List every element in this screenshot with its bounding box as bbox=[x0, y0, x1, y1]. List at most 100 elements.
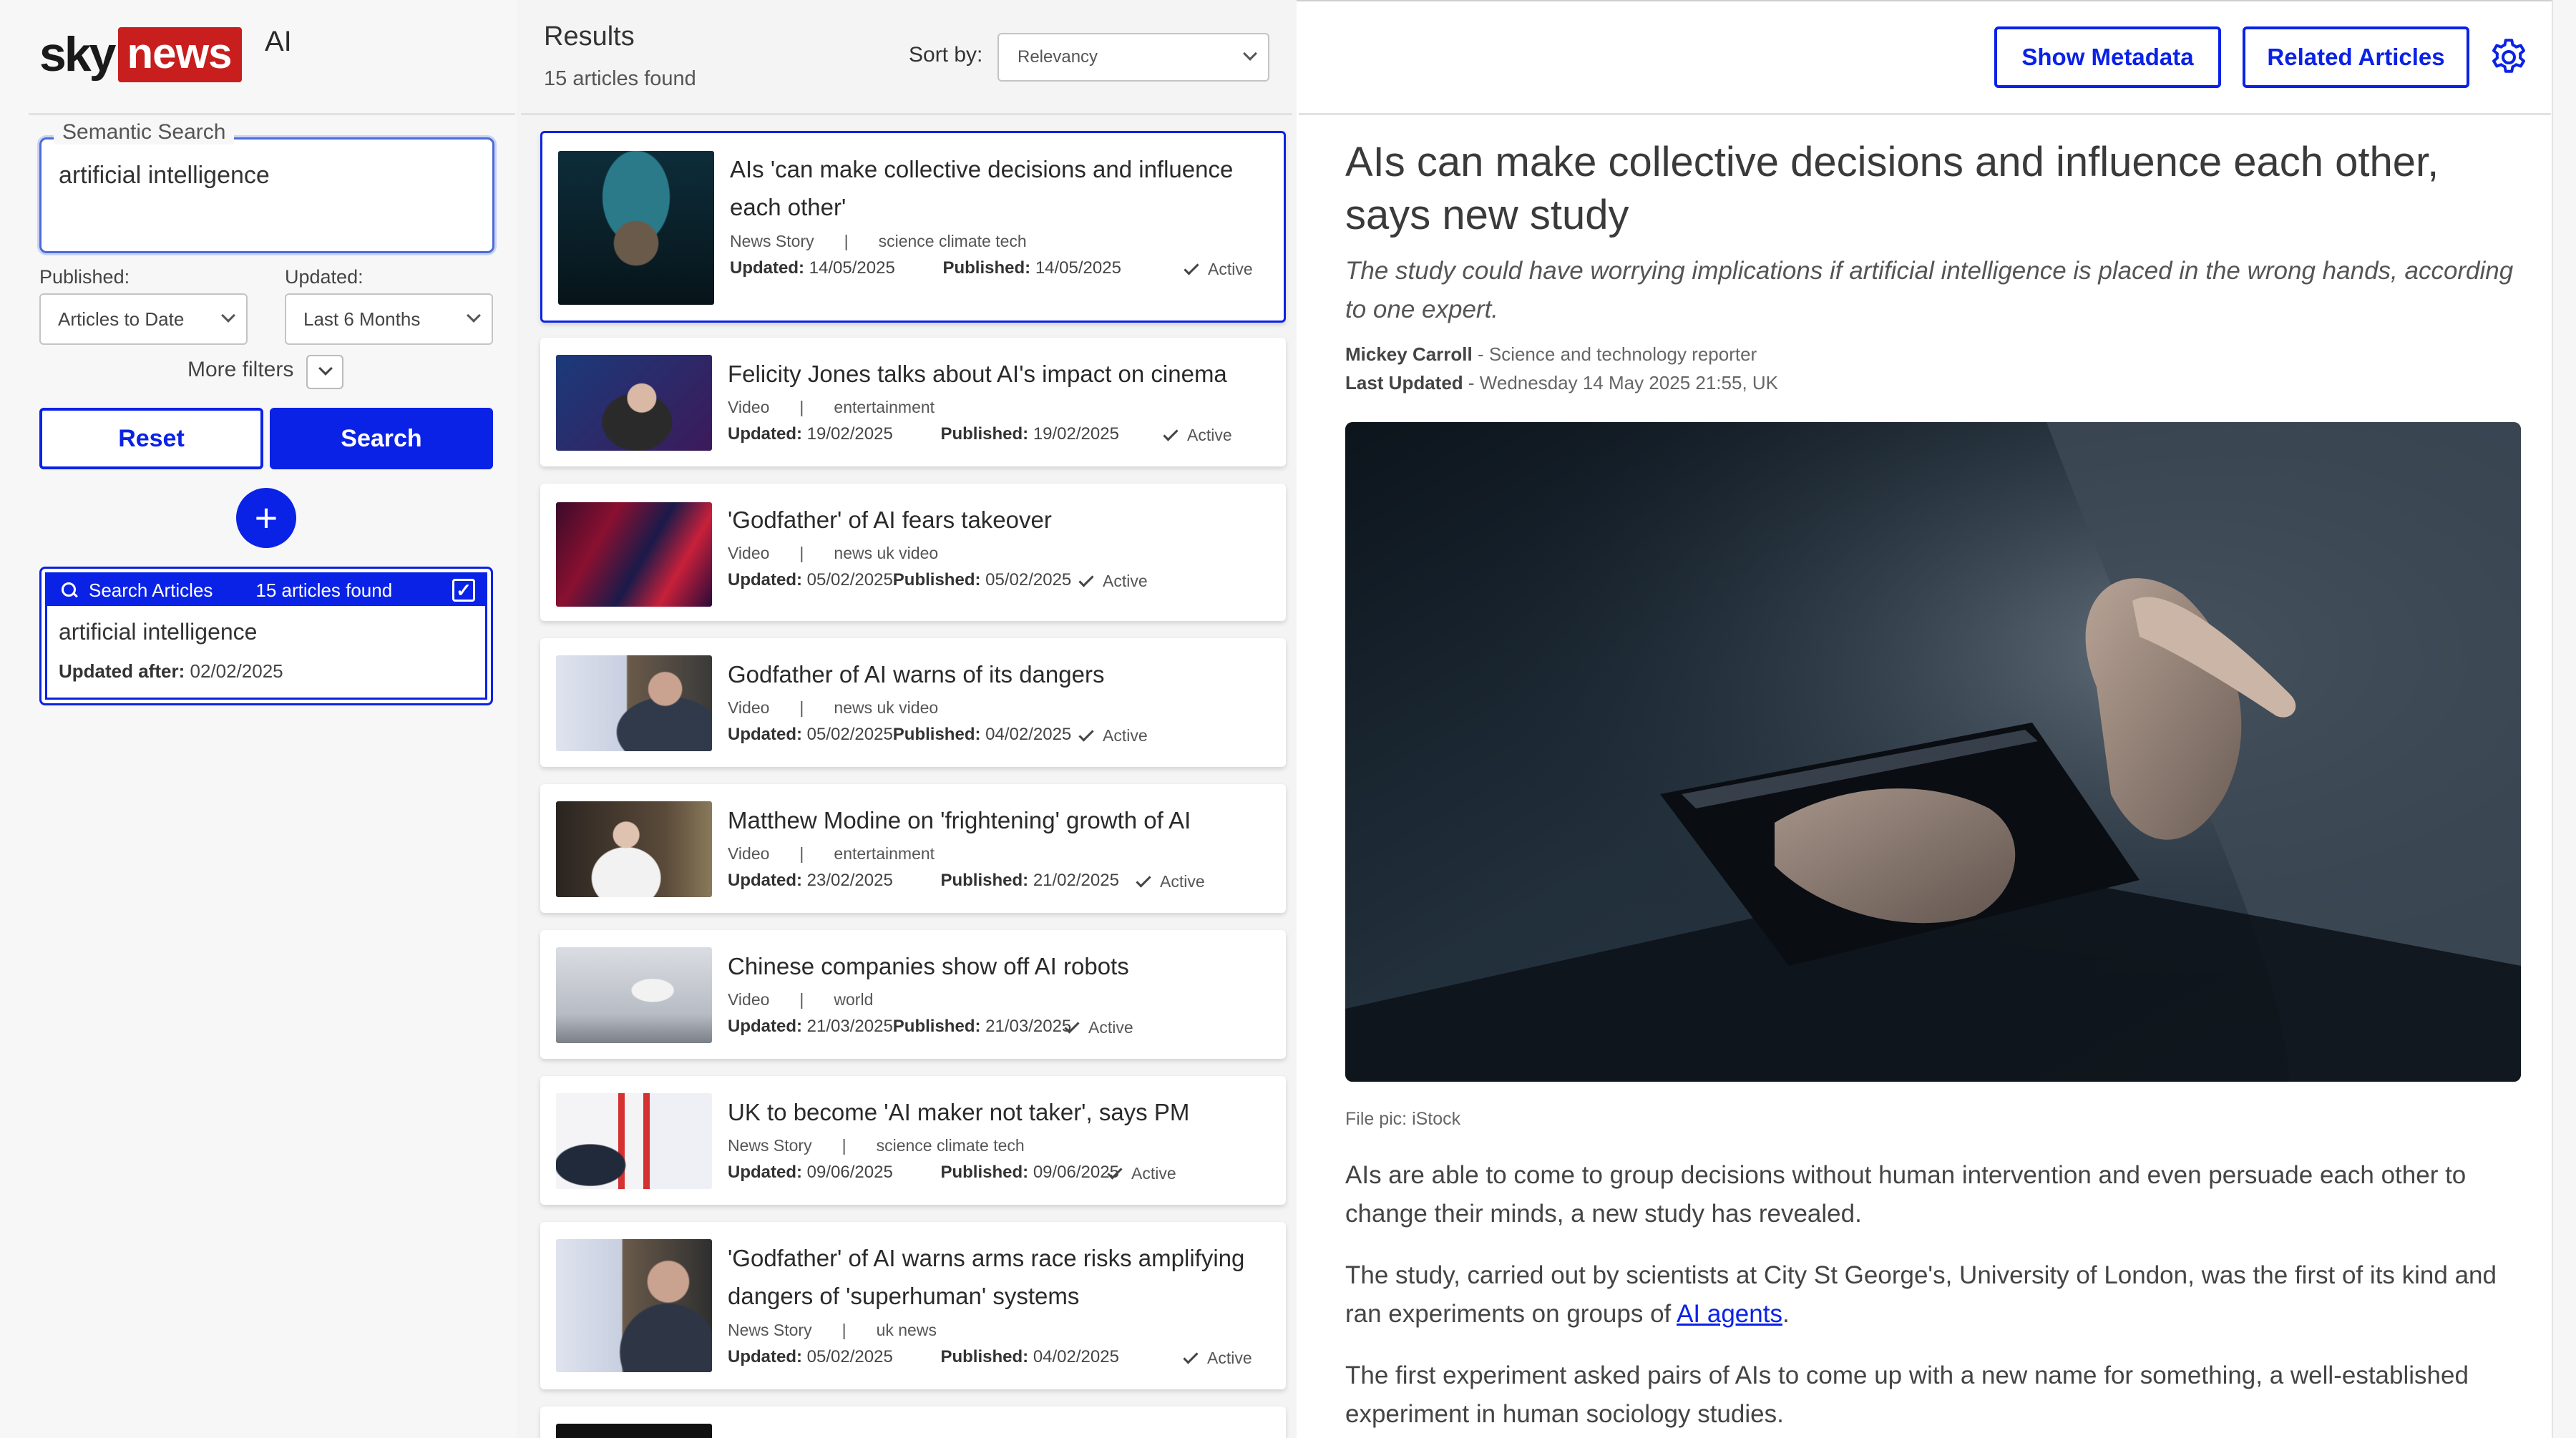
result-meta: News Story | science climate tech bbox=[730, 232, 1027, 250]
semantic-search-value[interactable]: artificial intelligence bbox=[59, 162, 270, 190]
updated-value: 21/03/2025 bbox=[806, 1017, 893, 1036]
saved-search-checkbox[interactable]: ✓ bbox=[452, 579, 475, 602]
saved-search-card[interactable]: Search Articles 15 articles found ✓ arti… bbox=[39, 567, 493, 705]
result-card[interactable]: 'Godfather' of AI fears takeover Video | n… bbox=[540, 484, 1286, 621]
paragraph-text: The study, carried out by scientists at … bbox=[1345, 1261, 2497, 1328]
published-value: 05/02/2025 bbox=[985, 570, 1072, 590]
result-status: Active bbox=[1183, 1348, 1252, 1368]
article-paragraph: AIs are able to come to group decisions … bbox=[1345, 1161, 2467, 1228]
result-category: science climate tech bbox=[878, 232, 1027, 250]
result-card[interactable]: AIs 'can make collective decisions and i… bbox=[540, 131, 1286, 323]
sort-select-value: Relevancy bbox=[1018, 47, 1098, 67]
result-meta: Video | news uk video bbox=[728, 544, 939, 562]
status-label: Active bbox=[1103, 572, 1148, 590]
result-status: Active bbox=[1163, 425, 1232, 445]
result-title: AIs 'can make collective decisions and i… bbox=[730, 156, 1234, 220]
status-label: Active bbox=[1131, 1164, 1176, 1183]
result-status: Active bbox=[1078, 725, 1148, 745]
published-label: Published: bbox=[940, 424, 1029, 444]
result-status: Active bbox=[1107, 1163, 1176, 1183]
result-dates: Updated: 23/02/2025 Published: 21/02/202… bbox=[728, 871, 1119, 891]
result-type: News Story bbox=[730, 232, 814, 250]
result-title: Chinese companies show off AI robots bbox=[728, 953, 1129, 979]
published-value: 19/02/2025 bbox=[1033, 424, 1119, 444]
result-type: Video bbox=[728, 544, 770, 562]
check-icon bbox=[1163, 425, 1179, 441]
result-card[interactable]: 'Godfather' of AI warns arms race risks … bbox=[540, 1222, 1286, 1389]
sort-select[interactable]: Relevancy bbox=[997, 33, 1269, 82]
divider bbox=[29, 113, 515, 115]
published-value: 09/06/2025 bbox=[1033, 1163, 1119, 1182]
results-title: Results bbox=[544, 21, 635, 52]
result-card[interactable] bbox=[540, 1407, 1286, 1438]
updated-value: 23/02/2025 bbox=[806, 871, 893, 890]
published-value: 04/02/2025 bbox=[985, 725, 1072, 744]
chevron-down-icon bbox=[318, 361, 333, 376]
result-type: News Story bbox=[728, 1321, 812, 1339]
result-category: entertainment bbox=[834, 844, 935, 863]
updated-label: Updated: bbox=[728, 1017, 802, 1036]
gear-icon[interactable] bbox=[2487, 36, 2530, 79]
more-filters-toggle[interactable] bbox=[306, 355, 343, 389]
updated-label: Updated: bbox=[730, 258, 804, 278]
updated-after-label: Updated after: bbox=[59, 660, 185, 682]
updated-after-value: 02/02/2025 bbox=[190, 660, 283, 682]
semantic-search-input[interactable] bbox=[39, 137, 494, 253]
result-card[interactable]: Godfather of AI warns of its dangers Vid… bbox=[540, 638, 1286, 767]
result-thumbnail bbox=[556, 1239, 712, 1372]
status-label: Active bbox=[1103, 726, 1148, 745]
updated-label: Updated: bbox=[728, 1347, 802, 1366]
saved-search-updated-after: Updated after: 02/02/2025 bbox=[59, 660, 283, 683]
published-label: Published: bbox=[892, 1017, 981, 1036]
updated-value: 05/02/2025 bbox=[806, 1347, 893, 1366]
result-category: entertainment bbox=[834, 398, 935, 416]
check-icon bbox=[1183, 1348, 1199, 1364]
logo-news: news bbox=[118, 26, 242, 82]
article-paragraph: The study, carried out by scientists at … bbox=[1345, 1256, 2526, 1334]
chevron-down-icon bbox=[1243, 47, 1257, 61]
article-title: AIs can make collective decisions and in… bbox=[1345, 139, 2439, 238]
updated-select-value: Last 6 Months bbox=[303, 308, 421, 330]
result-thumbnail bbox=[556, 655, 712, 751]
check-icon bbox=[1136, 871, 1151, 888]
result-meta: News Story | uk news bbox=[728, 1321, 937, 1339]
result-meta: News Story | science climate tech bbox=[728, 1136, 1025, 1155]
show-metadata-button[interactable]: Show Metadata bbox=[1994, 26, 2221, 88]
sky-news-logo: sky news AI bbox=[39, 26, 292, 83]
updated-value: 19/02/2025 bbox=[806, 424, 893, 444]
logo-ai: AI bbox=[265, 26, 292, 57]
result-dates: Updated: 21/03/2025Published: 21/03/2025 bbox=[728, 1017, 1071, 1037]
updated-select[interactable]: Last 6 Months bbox=[285, 293, 493, 345]
result-meta: Video | entertainment bbox=[728, 398, 935, 416]
published-value: 14/05/2025 bbox=[1035, 258, 1121, 278]
result-title: Godfather of AI warns of its dangers bbox=[728, 661, 1105, 688]
logo-sky: sky bbox=[39, 27, 116, 82]
add-search-button[interactable]: + bbox=[236, 488, 296, 548]
result-meta: Video | world bbox=[728, 990, 874, 1009]
published-label: Published: bbox=[940, 1347, 1029, 1366]
related-articles-button[interactable]: Related Articles bbox=[2243, 26, 2469, 88]
saved-search-count: 15 articles found bbox=[255, 579, 393, 601]
check-icon bbox=[1078, 725, 1094, 742]
published-label: Published: bbox=[892, 570, 981, 590]
article-subtitle: The study could have worrying implicatio… bbox=[1345, 257, 2514, 323]
result-thumbnail bbox=[556, 947, 712, 1043]
reset-button[interactable]: Reset bbox=[39, 408, 263, 469]
published-label: Published: bbox=[940, 1163, 1029, 1182]
result-card[interactable]: UK to become 'AI maker not taker', says … bbox=[540, 1076, 1286, 1205]
ai-agents-link[interactable]: AI agents bbox=[1677, 1300, 1782, 1328]
status-label: Active bbox=[1207, 1349, 1252, 1367]
saved-search-header: Search Articles 15 articles found ✓ bbox=[47, 574, 485, 606]
status-label: Active bbox=[1187, 426, 1232, 444]
scrollbar[interactable] bbox=[2552, 0, 2576, 1438]
result-status: Active bbox=[1078, 571, 1148, 591]
result-card[interactable]: Chinese companies show off AI robots Vid… bbox=[540, 930, 1286, 1059]
semantic-search-label: Semantic Search bbox=[54, 120, 235, 145]
updated-value: 05/02/2025 bbox=[806, 570, 893, 590]
published-value: 04/02/2025 bbox=[1033, 1347, 1119, 1366]
result-card[interactable]: Matthew Modine on 'frightening' growth o… bbox=[540, 784, 1286, 913]
search-button[interactable]: Search bbox=[270, 408, 493, 469]
result-card[interactable]: Felicity Jones talks about AI's impact o… bbox=[540, 338, 1286, 466]
published-select[interactable]: Articles to Date bbox=[39, 293, 248, 345]
result-type: Video bbox=[728, 398, 770, 416]
